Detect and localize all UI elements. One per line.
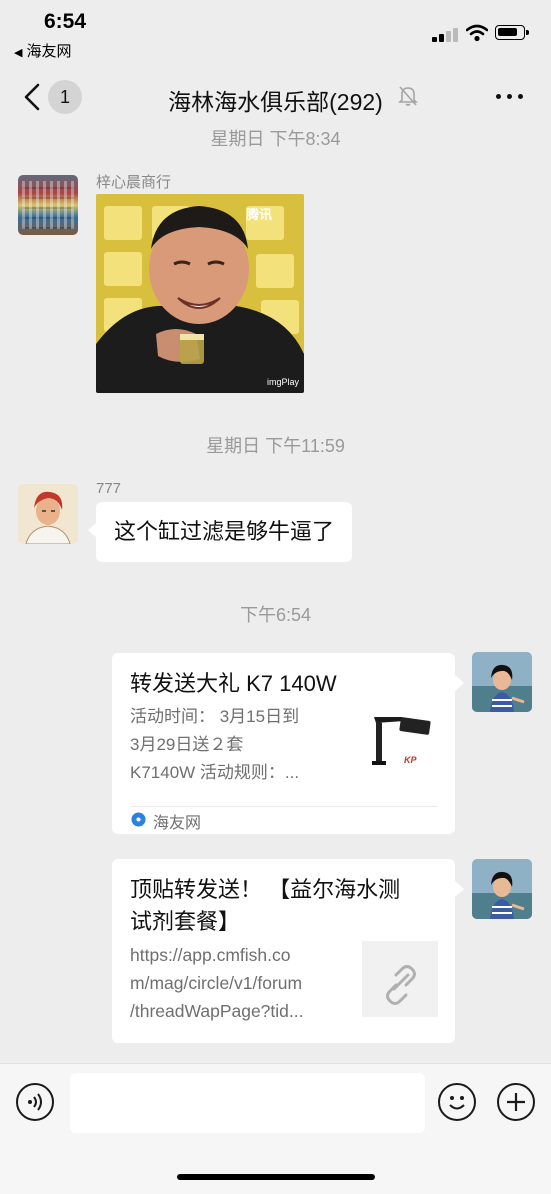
- status-time: 6:54: [44, 10, 87, 33]
- timestamp: 星期日 下午8:34: [210, 129, 341, 149]
- wifi-icon: [466, 24, 488, 42]
- chat-title: 海林海水俱乐部(292): [168, 89, 383, 115]
- sender-avatar[interactable]: [18, 484, 78, 544]
- voice-input-button[interactable]: [16, 1083, 54, 1121]
- card-source: 海友网: [153, 815, 202, 832]
- emoji-button[interactable]: [438, 1083, 476, 1121]
- anime-avatar-art: [18, 484, 78, 544]
- gif-watermark-top: 腾讯: [246, 207, 273, 222]
- card-thumbnail: KP: [360, 705, 436, 781]
- gif-image[interactable]: 腾讯 imgPlay: [96, 194, 304, 393]
- smiley-icon: [449, 1096, 465, 1110]
- message-input[interactable]: [70, 1073, 425, 1133]
- gif-scene: [96, 194, 304, 393]
- link-card[interactable]: 转发送大礼 K7 140W 活动时间： 3月15日到 3月29日送２套 K714…: [112, 653, 464, 834]
- sender-name: 777: [96, 480, 122, 497]
- link-card[interactable]: 顶贴转发送！ 【益尔海水测 试剂套餐】 https://app.cmfish.c…: [112, 859, 464, 1043]
- cellular-signal-icon: [432, 26, 460, 42]
- thumb-brand: KP: [404, 755, 417, 765]
- back-app-label: 海友网: [26, 43, 72, 60]
- more-options-button[interactable]: [492, 90, 528, 104]
- message-bubble[interactable]: 这个缸过滤是够牛逼了: [87, 502, 353, 562]
- voice-wave-icon: [28, 1093, 42, 1111]
- back-triangle-icon: ◀: [14, 47, 23, 59]
- card-desc-line: 3月29日送２套: [130, 735, 244, 754]
- plus-icon: [507, 1093, 525, 1111]
- link-icon: [386, 965, 416, 1005]
- timestamp: 星期日 下午11:59: [206, 436, 345, 456]
- card-url-line: https://app.cmfish.co: [130, 945, 291, 965]
- aquarium-light-image: [372, 717, 431, 765]
- child-photo-avatar: [472, 859, 532, 919]
- card-url-line: /threadWapPage?tid...: [130, 1001, 304, 1021]
- child-photo-avatar: [472, 652, 532, 712]
- timestamp: 下午6:54: [239, 605, 312, 625]
- card-divider: [130, 806, 437, 807]
- sender-avatar[interactable]: [18, 175, 78, 235]
- more-functions-button[interactable]: [497, 1083, 535, 1121]
- card-title-line: 顶贴转发送！ 【益尔海水测: [130, 877, 401, 902]
- link-thumbnail: [362, 941, 438, 1017]
- mute-bell-icon: [398, 86, 418, 106]
- sender-name: 梓心晨商行: [96, 174, 172, 191]
- battery-icon: [495, 25, 529, 40]
- source-app-icon: [131, 812, 146, 827]
- my-avatar[interactable]: [472, 652, 532, 712]
- card-title: 转发送大礼 K7 140W: [130, 671, 337, 696]
- home-indicator[interactable]: [177, 1174, 375, 1180]
- card-url-line: m/mag/circle/v1/forum: [130, 973, 303, 993]
- my-avatar[interactable]: [472, 859, 532, 919]
- gif-watermark-bottom: imgPlay: [267, 377, 300, 387]
- card-desc-line: K7140W 活动规则：...: [130, 763, 300, 782]
- card-desc-line: 活动时间： 3月15日到: [130, 707, 300, 726]
- back-to-app-link[interactable]: ◀ 海友网: [14, 40, 71, 61]
- card-title-line: 试剂套餐】: [130, 909, 241, 934]
